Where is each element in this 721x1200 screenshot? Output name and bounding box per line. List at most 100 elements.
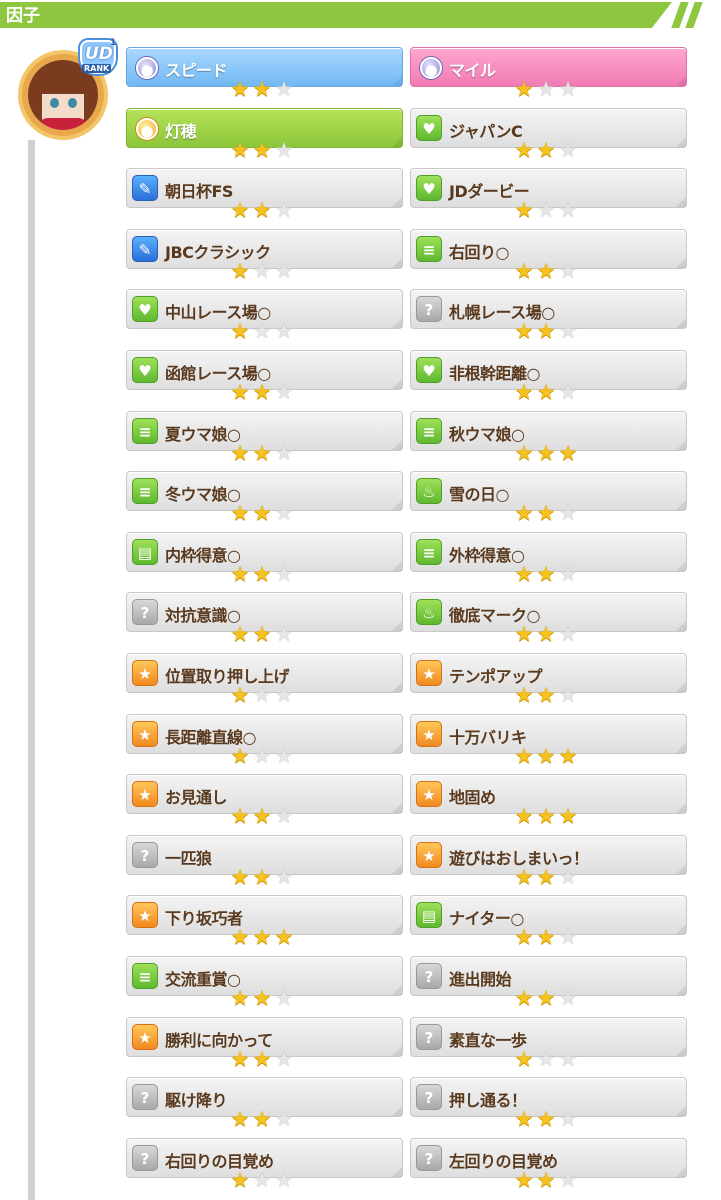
factor-card[interactable]: ♥ 函館レース場○ ★ ★ ★ (126, 350, 403, 403)
factor-card[interactable]: ? 駆け降り ★ ★ ★ (126, 1077, 403, 1131)
heart-icon: ♥ (416, 115, 442, 141)
factor-card[interactable]: ? 対抗意識○ ★ ★ ★ (126, 592, 403, 645)
star-empty-icon: ★ (558, 683, 578, 707)
factor-name: スピード (165, 61, 228, 80)
factor-card[interactable]: ? 素直な一歩 ★ ★ ★ (410, 1017, 687, 1070)
star-filled-icon: ★ (514, 1107, 534, 1131)
factor-card[interactable]: ≡ 外枠得意○ ★ ★ ★ (410, 532, 687, 585)
star-filled-icon: ★ (252, 198, 272, 222)
star-rating: ★ ★ ★ (513, 78, 579, 100)
factor-card[interactable]: ▤ ナイター○ ★ ★ ★ (410, 895, 687, 949)
star-empty-icon: ★ (274, 865, 294, 889)
star-empty-icon: ★ (252, 1168, 272, 1192)
factor-card[interactable]: ? 右回りの目覚め ★ ★ ★ (126, 1138, 403, 1191)
runner-icon: ★ (132, 660, 158, 686)
factor-card[interactable]: ? 押し通る！ ★ ★ ★ (410, 1077, 687, 1131)
question-icon: ? (416, 1084, 442, 1110)
star-filled-icon: ★ (536, 683, 556, 707)
star-rating: ★ ★ ★ (513, 1048, 579, 1070)
star-rating: ★ ★ ★ (229, 1169, 295, 1191)
star-empty-icon: ★ (558, 1047, 578, 1071)
factor-card[interactable]: ★ 遊びはおしまいっ！ ★ ★ ★ (410, 835, 687, 888)
factor-card[interactable]: ★ 長距離直線○ ★ ★ ★ (126, 714, 403, 767)
star-filled-icon: ★ (252, 1047, 272, 1071)
star-filled-icon: ★ (536, 925, 556, 949)
star-filled-icon: ★ (230, 319, 250, 343)
star-rating: ★ ★ ★ (229, 260, 295, 282)
factor-name: 灯穂 (165, 122, 197, 141)
flame-icon: ♨ (416, 599, 442, 625)
star-filled-icon: ★ (536, 1168, 556, 1192)
skill-blue-icon: ✎ (132, 175, 158, 201)
star-filled-icon: ★ (514, 259, 534, 283)
factor-card[interactable]: ● 灯穂 ★ ★ ★ (126, 108, 403, 161)
factor-card[interactable]: ♥ 中山レース場○ ★ ★ ★ (126, 289, 403, 342)
factor-card[interactable]: ? 札幌レース場○ ★ ★ ★ (410, 289, 687, 342)
star-rating: ★ ★ ★ (513, 623, 579, 645)
character-avatar[interactable]: UD 1 RANK (18, 38, 116, 140)
rank-letters: UD (85, 44, 113, 64)
star-filled-icon: ★ (536, 259, 556, 283)
factor-card[interactable]: ✎ 朝日杯FS ★ ★ ★ (126, 168, 403, 222)
factor-card[interactable]: ★ 下り坂巧者 ★ ★ ★ (126, 895, 403, 948)
factor-card[interactable]: ≡ 夏ウマ娘○ ★ ★ ★ (126, 411, 403, 464)
question-icon: ? (416, 1145, 442, 1171)
star-empty-icon: ★ (274, 986, 294, 1010)
star-empty-icon: ★ (558, 925, 578, 949)
factor-card[interactable]: ✎ JBCクラシック ★ ★ ★ (126, 229, 403, 282)
track-icon: ≡ (132, 418, 158, 444)
factor-card[interactable]: ♨ 徹底マーク○ ★ ★ ★ (410, 592, 687, 645)
factor-card[interactable]: ● マイル ★ ★ ★ (410, 47, 687, 100)
star-filled-icon: ★ (252, 986, 272, 1010)
purple-orb-icon: ● (420, 57, 442, 79)
star-filled-icon: ★ (536, 138, 556, 162)
factor-card[interactable]: ★ 十万バリキ ★ ★ ★ (410, 714, 687, 767)
star-empty-icon: ★ (274, 1168, 294, 1192)
factor-card[interactable]: ♨ 雪の日○ ★ ★ ★ (410, 471, 687, 525)
factor-card[interactable]: ≡ 秋ウマ娘○ ★ ★ ★ (410, 411, 687, 464)
star-filled-icon: ★ (536, 804, 556, 828)
star-rating: ★ ★ ★ (513, 563, 579, 585)
factor-card[interactable]: ♥ ジャパンC ★ ★ ★ (410, 108, 687, 162)
star-filled-icon: ★ (230, 1107, 250, 1131)
star-empty-icon: ★ (558, 501, 578, 525)
star-filled-icon: ★ (514, 1047, 534, 1071)
section-title: 因子 (6, 6, 40, 26)
factor-card[interactable]: ★ 勝利に向かって ★ ★ ★ (126, 1017, 403, 1071)
star-empty-icon: ★ (558, 562, 578, 586)
star-filled-icon: ★ (514, 622, 534, 646)
factor-card[interactable]: ≡ 交流重賞○ ★ ★ ★ (126, 956, 403, 1010)
star-rating: ★ ★ ★ (513, 1169, 579, 1191)
heart-icon: ♥ (132, 296, 158, 322)
star-rating: ★ ★ ★ (513, 320, 579, 342)
factor-card[interactable]: ? 左回りの目覚め ★ ★ ★ (410, 1138, 687, 1191)
factor-card[interactable]: ≡ 冬ウマ娘○ ★ ★ ★ (126, 471, 403, 524)
star-empty-icon: ★ (558, 319, 578, 343)
star-empty-icon: ★ (558, 380, 578, 404)
factor-card[interactable]: ▤ 内枠得意○ ★ ★ ★ (126, 532, 403, 585)
star-rating: ★ ★ ★ (229, 623, 295, 645)
factor-card[interactable]: ≡ 右回り○ ★ ★ ★ (410, 229, 687, 283)
star-filled-icon: ★ (230, 198, 250, 222)
star-filled-icon: ★ (230, 1168, 250, 1192)
factor-name: 一匹狼 (165, 849, 212, 868)
star-filled-icon: ★ (536, 986, 556, 1010)
star-filled-icon: ★ (514, 925, 534, 949)
star-filled-icon: ★ (514, 77, 534, 101)
factor-card[interactable]: ♥ JDダービー ★ ★ ★ (410, 168, 687, 221)
factor-card[interactable]: ★ お見通し ★ ★ ★ (126, 774, 403, 828)
factor-card[interactable]: ★ 地固め ★ ★ ★ (410, 774, 687, 828)
track-icon: ≡ (416, 236, 442, 262)
star-filled-icon: ★ (252, 865, 272, 889)
factor-card[interactable]: ● スピード ★ ★ ★ (126, 47, 403, 100)
factor-name: 朝日杯FS (165, 182, 233, 201)
star-empty-icon: ★ (274, 804, 294, 828)
factor-card[interactable]: ? 進出開始 ★ ★ ★ (410, 956, 687, 1010)
factor-card[interactable]: ★ テンポアップ ★ ★ ★ (410, 653, 687, 707)
factor-card[interactable]: ★ 位置取り押し上げ ★ ★ ★ (126, 653, 403, 706)
factor-card[interactable]: ♥ 非根幹距離○ ★ ★ ★ (410, 350, 687, 404)
star-rating: ★ ★ ★ (229, 320, 295, 342)
runner-icon: ★ (132, 902, 158, 928)
star-rating: ★ ★ ★ (229, 442, 295, 464)
factor-card[interactable]: ? 一匹狼 ★ ★ ★ (126, 835, 403, 889)
